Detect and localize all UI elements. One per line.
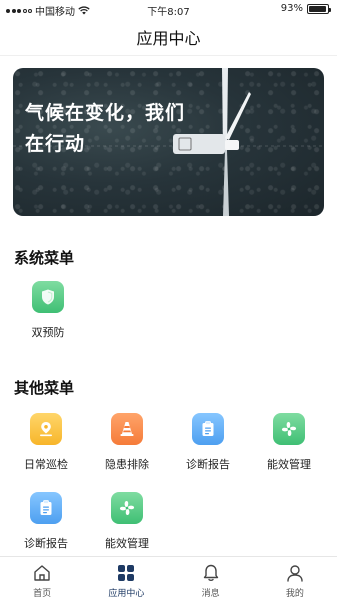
banner-line-2: 在行动 bbox=[25, 133, 86, 155]
app-icon-bg bbox=[30, 492, 62, 524]
app-item-diagnosis-report-2[interactable]: 诊断报告 bbox=[11, 492, 81, 551]
shield-icon bbox=[42, 289, 54, 305]
tab-label: 应用中心 bbox=[108, 589, 145, 599]
app-item-hazard-removal[interactable]: 隐患排除 bbox=[92, 413, 162, 472]
app-screen: 中国移动 下午8:07 93% 应用中心 气候在变化，我们 在行动 系统菜单 双… bbox=[0, 0, 337, 600]
battery-fill bbox=[309, 5, 326, 12]
app-icon-bg bbox=[111, 413, 143, 445]
tab-label: 消息 bbox=[201, 589, 220, 599]
app-label: 诊断报告 bbox=[24, 537, 68, 550]
app-label: 隐患排除 bbox=[105, 458, 149, 471]
tab-label: 我的 bbox=[285, 589, 304, 599]
clipboard-icon bbox=[40, 500, 52, 515]
tab-home[interactable]: 首页 bbox=[0, 557, 84, 600]
banner[interactable]: 气候在变化，我们 在行动 bbox=[13, 68, 324, 216]
tab-bar: 首页 应用中心 消息 我的 bbox=[0, 556, 337, 600]
app-label: 能效管理 bbox=[105, 537, 149, 550]
app-item-diagnosis-report[interactable]: 诊断报告 bbox=[173, 413, 243, 472]
status-right: 93% bbox=[280, 3, 331, 14]
traffic-cone-icon bbox=[120, 422, 134, 436]
app-icon-bg bbox=[273, 413, 305, 445]
battery-icon bbox=[307, 3, 331, 14]
app-item-daily-inspection[interactable]: 日常巡检 bbox=[11, 413, 81, 472]
tab-app-center[interactable]: 应用中心 bbox=[84, 557, 168, 600]
app-icon-bg bbox=[30, 413, 62, 445]
fan-icon bbox=[281, 421, 297, 437]
app-label: 双预防 bbox=[31, 326, 65, 339]
app-icon-bg bbox=[32, 281, 64, 313]
grid-icon bbox=[118, 565, 135, 581]
tab-mine[interactable]: 我的 bbox=[253, 557, 337, 600]
tab-messages[interactable]: 消息 bbox=[169, 557, 253, 600]
system-menu-title: 系统菜单 bbox=[14, 249, 75, 267]
user-icon bbox=[287, 565, 303, 582]
app-icon-bg bbox=[192, 413, 224, 445]
fan-icon bbox=[119, 500, 135, 516]
home-icon bbox=[34, 565, 50, 581]
page-title: 应用中心 bbox=[136, 28, 201, 48]
status-bar: 中国移动 下午8:07 93% bbox=[0, 0, 337, 18]
banner-line-1: 气候在变化，我们 bbox=[25, 102, 186, 124]
battery-percent: 93% bbox=[280, 3, 303, 14]
app-icon-bg bbox=[111, 492, 143, 524]
other-menu-title: 其他菜单 bbox=[14, 379, 75, 397]
clipboard-icon bbox=[202, 421, 214, 436]
app-label: 能效管理 bbox=[267, 458, 311, 471]
location-pin-icon bbox=[40, 422, 52, 437]
app-item-energy-efficiency[interactable]: 能效管理 bbox=[254, 413, 324, 472]
app-item-energy-efficiency-2[interactable]: 能效管理 bbox=[92, 492, 162, 551]
app-label: 日常巡检 bbox=[24, 458, 68, 471]
banner-headline: 气候在变化，我们 在行动 bbox=[25, 98, 225, 160]
app-item-double-prevention[interactable]: 双预防 bbox=[13, 281, 83, 340]
nav-bar: 应用中心 bbox=[0, 18, 337, 56]
bell-icon bbox=[203, 564, 218, 582]
app-label: 诊断报告 bbox=[186, 458, 230, 471]
tab-label: 首页 bbox=[33, 589, 52, 599]
